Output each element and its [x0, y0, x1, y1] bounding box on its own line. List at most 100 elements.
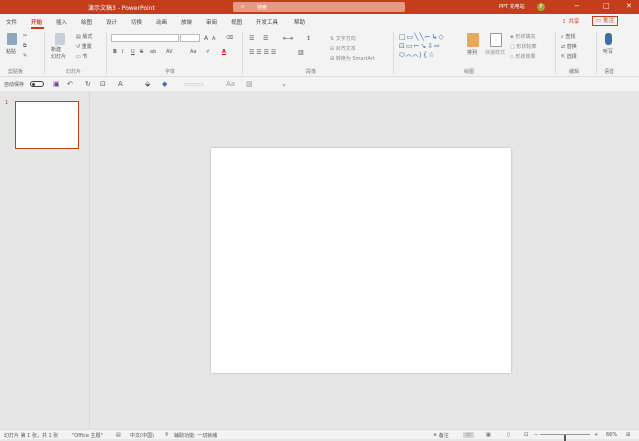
- strikethrough-button[interactable]: S: [140, 49, 143, 55]
- layout-button[interactable]: ▤ 版式: [76, 33, 92, 40]
- notes-button[interactable]: ≙ 备注: [433, 432, 449, 439]
- change-case-button[interactable]: Aa: [190, 49, 196, 55]
- arrange-label[interactable]: 排列: [467, 49, 477, 56]
- smartart-button[interactable]: ⊞ 转换为 SmartArt: [330, 55, 375, 62]
- undo-icon[interactable]: ↶: [67, 80, 73, 88]
- font-name-field[interactable]: [111, 34, 179, 42]
- spelling-icon[interactable]: ▤: [116, 432, 121, 438]
- char-spacing-button[interactable]: AV: [166, 49, 173, 55]
- text-direction-button[interactable]: ⇅ 文字方向: [330, 35, 356, 42]
- slide-thumbnail[interactable]: [15, 101, 79, 149]
- zoom-slider[interactable]: [540, 434, 590, 441]
- slideshow-icon[interactable]: ⊡: [100, 80, 106, 88]
- quick-styles-label[interactable]: 快速样式: [485, 49, 505, 56]
- window-title: 演示文稿3 - PowerPoint: [88, 5, 155, 12]
- line-spacing-icon[interactable]: ↕: [306, 35, 311, 42]
- search-box[interactable]: ⌕ 搜索: [233, 2, 405, 12]
- tab-animations[interactable]: 动画: [156, 18, 167, 26]
- italic-button[interactable]: I: [122, 49, 123, 55]
- accessibility-status[interactable]: 辅助功能: 一切就绪: [174, 432, 217, 439]
- customize-qat-icon[interactable]: ⌄: [281, 80, 287, 88]
- indent-icon[interactable]: ⇤⇥: [283, 35, 293, 42]
- tab-review[interactable]: 审阅: [206, 18, 217, 26]
- shape-effects-button[interactable]: ◇ 形状效果: [510, 53, 535, 60]
- cut-icon[interactable]: ✂: [23, 33, 27, 39]
- accessibility-icon[interactable]: ⚲: [165, 432, 169, 438]
- reading-view-icon[interactable]: ▯: [507, 432, 510, 438]
- tab-home[interactable]: 开始: [31, 18, 42, 26]
- grow-font-button[interactable]: A: [204, 35, 208, 42]
- select-button[interactable]: ⇱ 选择: [561, 53, 577, 60]
- find-label: 查找: [565, 34, 576, 40]
- new-slide-icon[interactable]: [55, 33, 65, 45]
- close-button[interactable]: ✕: [626, 2, 632, 10]
- maximize-button[interactable]: □: [603, 2, 610, 10]
- fit-slide-icon[interactable]: ⊞: [626, 432, 630, 438]
- normal-view-icon[interactable]: ▭: [463, 432, 474, 438]
- user-name[interactable]: PPT 充电站: [499, 3, 525, 10]
- tab-help[interactable]: 帮助: [294, 18, 305, 26]
- shape-fill-button[interactable]: ◈ 形状填充: [510, 33, 535, 40]
- arrange-icon[interactable]: [467, 33, 479, 47]
- zoom-in-icon[interactable]: +: [594, 432, 598, 438]
- slide-canvas[interactable]: [211, 148, 511, 373]
- language[interactable]: 中文(中国): [130, 432, 154, 439]
- tab-insert[interactable]: 插入: [56, 18, 67, 26]
- paste-icon[interactable]: [7, 33, 17, 45]
- paint-icon[interactable]: ⬙: [145, 80, 150, 88]
- shapes-gallery[interactable]: □▭╲╲⌐↳◇ ⊡▭⌐↘⇩⇨ ⬭⌒⌒⟩{☆: [399, 33, 461, 63]
- autosave-toggle[interactable]: [30, 81, 44, 87]
- bold-button[interactable]: B: [113, 49, 117, 55]
- find-button[interactable]: ⌕ 查找: [561, 33, 575, 40]
- slideshow-view-icon[interactable]: ⊡: [524, 432, 528, 438]
- share-button[interactable]: ⇪ 共享: [562, 17, 579, 25]
- replace-button[interactable]: ⇄ 替换: [561, 43, 577, 50]
- tab-developer[interactable]: 开发工具: [256, 18, 278, 26]
- dictate-label[interactable]: 听写: [603, 48, 613, 55]
- underline-button[interactable]: U: [131, 49, 135, 55]
- minimize-button[interactable]: −: [574, 2, 580, 10]
- zoom-out-icon[interactable]: −: [534, 432, 538, 438]
- shadow-button[interactable]: ab: [150, 49, 156, 55]
- font-color-button[interactable]: A: [222, 49, 226, 55]
- section-button[interactable]: ▭ 节: [76, 53, 87, 60]
- shape-outline-button[interactable]: ▢ 形状轮廓: [510, 43, 536, 50]
- tab-view[interactable]: 视图: [231, 18, 242, 26]
- divider: [44, 32, 45, 74]
- tab-slideshow[interactable]: 放映: [181, 18, 192, 26]
- quick-styles-icon[interactable]: [490, 33, 502, 47]
- new-slide-label[interactable]: 新建 幻灯片: [51, 47, 66, 61]
- highlight-icon[interactable]: ✐: [206, 49, 210, 55]
- zoom-level[interactable]: 66%: [606, 432, 617, 438]
- slide-sorter-icon[interactable]: ▦: [486, 432, 491, 438]
- numbering-icon[interactable]: ☰: [263, 35, 268, 42]
- reset-button[interactable]: ↺ 重置: [76, 43, 92, 50]
- divider: [596, 32, 597, 74]
- align-icons[interactable]: ☰ ☰ ☰ ☰: [249, 49, 276, 56]
- columns-icon[interactable]: ▥: [298, 49, 304, 56]
- picture-icon[interactable]: ▨: [246, 80, 253, 88]
- format-painter-icon[interactable]: ✎: [23, 53, 27, 59]
- avatar[interactable]: P: [537, 3, 545, 11]
- tab-transitions[interactable]: 切换: [131, 18, 142, 26]
- font-size-field[interactable]: [180, 34, 200, 42]
- save-icon[interactable]: ▣: [53, 80, 60, 88]
- zoom-slider-thumb[interactable]: [564, 435, 566, 441]
- shape-icon[interactable]: ◆: [162, 80, 167, 88]
- font-color-icon[interactable]: A: [118, 80, 123, 88]
- copy-icon[interactable]: ⧉: [23, 43, 27, 49]
- microphone-icon[interactable]: [605, 33, 612, 45]
- font-box-icon[interactable]: ▭▭▭: [184, 80, 204, 88]
- tab-design[interactable]: 设计: [106, 18, 117, 26]
- tab-file[interactable]: 文件: [6, 18, 17, 26]
- redo-icon[interactable]: ↻: [85, 80, 91, 88]
- tab-draw[interactable]: 绘图: [81, 18, 92, 26]
- comment-button[interactable]: ▭ 批注: [592, 16, 618, 26]
- text-tool-icon[interactable]: Aa: [226, 80, 235, 88]
- clear-format-icon[interactable]: ⌫: [226, 35, 233, 41]
- slide-info: 幻灯片 第 1 张，共 1 张: [4, 433, 59, 439]
- align-text-button[interactable]: ⊟ 对齐文本: [330, 45, 356, 52]
- bullets-icon[interactable]: ☰: [249, 35, 254, 42]
- shrink-font-button[interactable]: A: [212, 36, 215, 42]
- paste-label[interactable]: 粘贴: [6, 48, 16, 55]
